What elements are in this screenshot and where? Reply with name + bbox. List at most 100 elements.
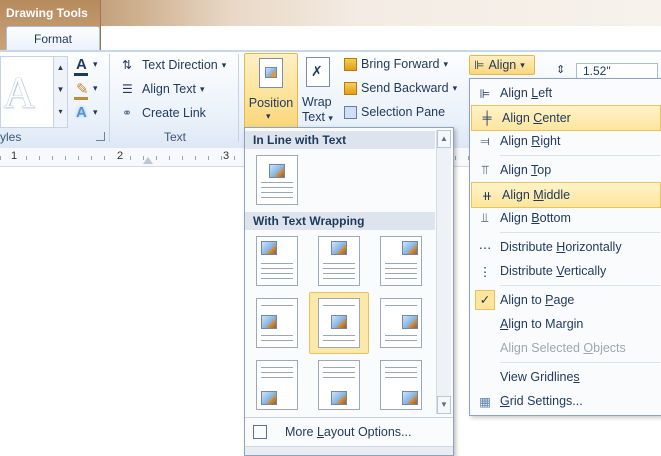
text-outline-icon[interactable]: ✎ ▾ — [74, 80, 102, 100]
align-middle-label: Align Middle — [502, 188, 571, 202]
align-middle-icon: ⧺ — [481, 188, 493, 203]
scroll-down-icon[interactable]: ▼ — [437, 396, 451, 414]
position-top-center-thumb[interactable] — [318, 236, 360, 286]
drawing-tools-label: Drawing Tools — [6, 6, 88, 20]
text-direction-button[interactable]: ⇅ Text Direction ▾ — [122, 57, 226, 73]
align-center-icon: ╪ — [482, 111, 492, 125]
position-icon — [259, 58, 283, 88]
align-to-page-item[interactable]: ✓ Align to Page — [470, 288, 660, 312]
position-middle-right-thumb[interactable] — [380, 298, 422, 348]
position-menu: In Line with Text With Text Wrapping ▲ ▼… — [244, 127, 454, 456]
align-to-page-label: Align to Page — [500, 293, 575, 307]
align-top-label: Align Top — [500, 163, 552, 177]
align-right-icon: ⫤ — [480, 133, 490, 148]
scroll-up-icon[interactable]: ▲ — [437, 130, 451, 148]
align-center-item[interactable]: ╪ Align Center — [471, 105, 661, 131]
selection-pane-label: Selection Pane — [361, 105, 446, 119]
tab-format[interactable]: Format — [6, 26, 100, 53]
gallery-scroll[interactable]: ▲ ▼ ▾ — [53, 56, 68, 128]
wrap-text-label: Wrap — [302, 95, 332, 109]
text-group-label: Text — [164, 130, 187, 144]
inline-heading: In Line with Text — [245, 131, 435, 149]
text-effects-icon[interactable]: A ▾ — [74, 104, 102, 124]
indent-marker-icon[interactable] — [143, 157, 153, 164]
align-to-margin-item[interactable]: Align to Margin — [470, 312, 660, 336]
align-to-margin-label: Align to Margin — [500, 317, 584, 331]
align-text-icon: ☰ — [122, 82, 133, 96]
position-middle-center-thumb[interactable] — [318, 298, 360, 348]
align-bottom-item[interactable]: ⫫ Align Bottom — [470, 206, 660, 230]
layout-options-icon — [253, 425, 267, 439]
menu-separator — [500, 362, 660, 363]
ruler-mark: 1 — [10, 150, 19, 162]
menu-separator — [500, 285, 660, 286]
more-layout-options-item[interactable]: More Layout Options... — [253, 422, 411, 442]
menu-separator — [500, 155, 660, 156]
distribute-horizontally-item[interactable]: ⋯ Distribute Horizontally — [470, 235, 660, 259]
align-left-icon: ⊫ — [479, 86, 491, 101]
selection-pane-button[interactable]: Selection Pane — [344, 105, 445, 119]
bring-forward-button[interactable]: Bring Forward ▾ — [344, 57, 448, 71]
align-middle-item[interactable]: ⧺ Align Middle — [471, 182, 661, 208]
shape-height-field[interactable]: 1.52" — [576, 63, 658, 79]
position-button[interactable]: Position ▾ — [244, 53, 298, 129]
menu-separator — [245, 417, 453, 418]
styles-group-label: yles — [0, 130, 22, 144]
align-right-label: Align Right — [500, 134, 561, 148]
more-layout-options-label: More Layout Options... — [285, 425, 412, 439]
position-middle-left-thumb[interactable] — [256, 298, 298, 348]
distribute-vertically-label: Distribute Vertically — [500, 264, 607, 278]
view-gridlines-label: View Gridlines — [500, 370, 580, 384]
send-backward-button[interactable]: Send Backward ▾ — [344, 81, 457, 95]
wrap-text-label-2: Text ▾ — [302, 110, 333, 124]
distribute-horizontally-label: Distribute Horizontally — [500, 240, 622, 254]
align-top-icon: ⫪ — [481, 162, 489, 177]
text-direction-label: Text Direction — [142, 58, 218, 72]
text-fill-icon[interactable]: A ▾ — [74, 56, 102, 76]
text-direction-icon: ⇅ — [122, 58, 133, 72]
send-backward-icon — [344, 81, 357, 95]
create-link-button[interactable]: ⚭ Create Link — [122, 105, 206, 121]
align-text-label: Align Text — [142, 82, 196, 96]
wrapping-heading: With Text Wrapping — [245, 212, 435, 230]
align-menu: ⊫ Align Left ╪ Align Center ⫤ Align Right ⫪… — [469, 78, 661, 416]
grid-icon: ▦ — [479, 394, 491, 409]
gallery-scrollbar[interactable]: ▲ ▼ — [436, 130, 451, 414]
grid-settings-label: Grid Settings... — [500, 394, 583, 408]
align-right-item[interactable]: ⫤ Align Right — [470, 129, 660, 153]
wrap-text-button[interactable]: ✗ Wrap Text ▾ — [298, 53, 338, 127]
ruler-mark: 2 — [116, 150, 125, 162]
shape-height-value: 1.52" — [583, 64, 611, 78]
position-bottom-left-thumb[interactable] — [256, 360, 298, 410]
position-label: Position — [248, 96, 294, 110]
height-icon: ⇕ — [556, 64, 566, 76]
grid-settings-item[interactable]: ▦ Grid Settings... — [470, 389, 660, 413]
align-bottom-label: Align Bottom — [500, 211, 571, 225]
dialog-launcher-icon[interactable] — [96, 132, 105, 141]
group-separator — [109, 54, 110, 142]
distribute-vertically-item[interactable]: ⋮ Distribute Vertically — [470, 259, 660, 283]
position-top-right-thumb[interactable] — [380, 236, 422, 286]
align-center-label: Align Center — [502, 111, 571, 125]
wrap-text-label-2-text: Text — [302, 110, 325, 124]
align-left-item[interactable]: ⊫ Align Left — [470, 81, 660, 105]
align-selected-objects-label: Align Selected Objects — [500, 341, 626, 355]
align-bottom-icon: ⫫ — [481, 210, 489, 225]
position-bottom-center-thumb[interactable] — [318, 360, 360, 410]
align-button-label: Align — [488, 58, 517, 72]
inline-position-thumb[interactable] — [256, 155, 298, 205]
chevron-down-icon: ▾ — [266, 111, 271, 121]
view-gridlines-item[interactable]: View Gridlines — [470, 365, 660, 389]
align-button[interactable]: ⊫ Align ▾ — [469, 55, 535, 75]
distribute-vertical-icon: ⋮ — [478, 264, 492, 279]
align-text-button[interactable]: ☰ Align Text ▾ — [122, 81, 205, 97]
bring-forward-icon — [344, 57, 357, 71]
bring-forward-label: Bring Forward — [361, 57, 440, 71]
wordart-gallery[interactable]: A — [0, 56, 54, 128]
align-top-item[interactable]: ⫪ Align Top — [470, 158, 660, 182]
position-top-left-thumb[interactable] — [256, 236, 298, 286]
distribute-horizontal-icon: ⋯ — [478, 240, 492, 255]
checkmark-icon: ✓ — [470, 290, 500, 310]
position-bottom-right-thumb[interactable] — [380, 360, 422, 410]
align-selected-objects-item: Align Selected Objects — [470, 336, 660, 360]
